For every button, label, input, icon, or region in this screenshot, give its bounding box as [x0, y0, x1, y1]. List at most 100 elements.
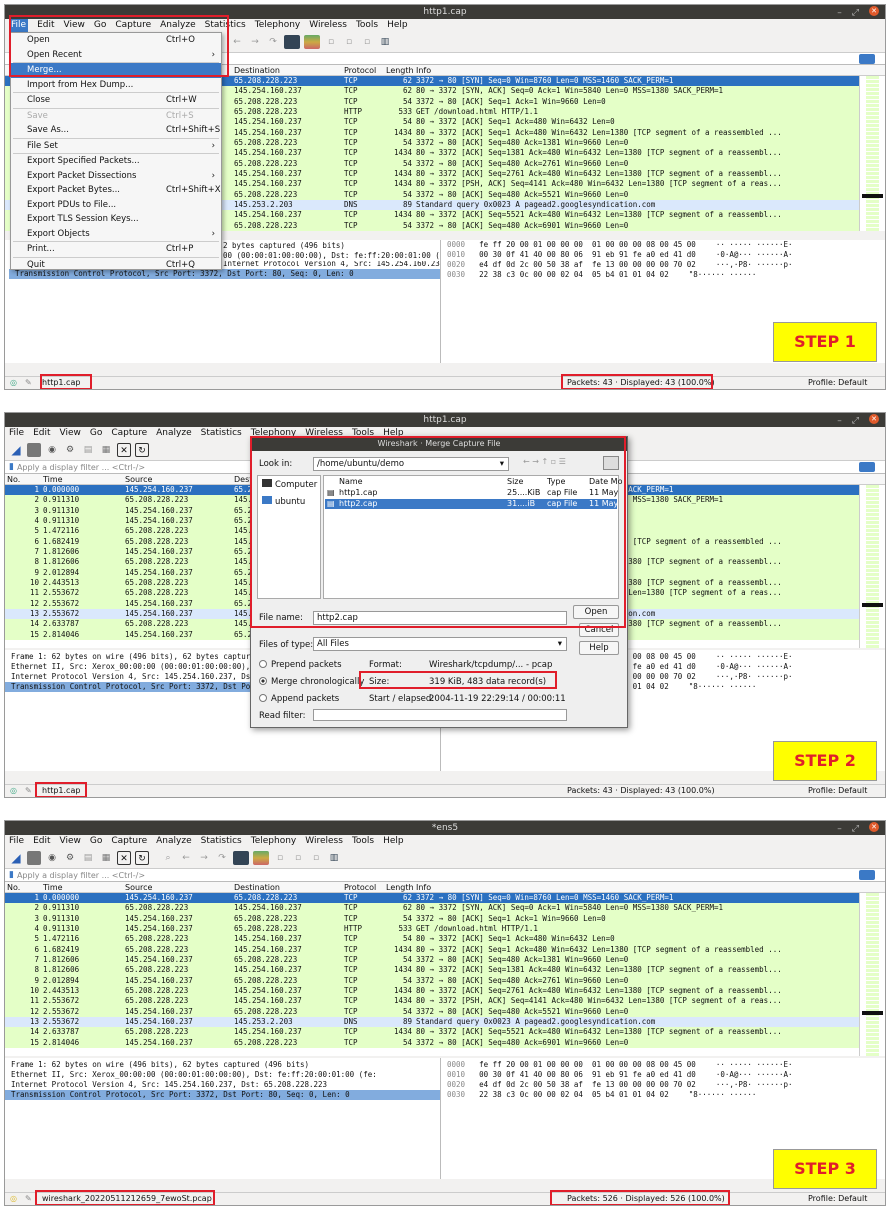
restart-capture-icon[interactable]: ◉: [45, 851, 59, 865]
files-of-type-combo[interactable]: All Files ▾: [313, 637, 567, 651]
restart-capture-icon[interactable]: ◉: [45, 443, 59, 457]
hex-line[interactable]: 0020 e4 df 0d 2c 00 50 38 af fe 13 00 00 …: [447, 1080, 885, 1090]
packet-list[interactable]: 10.000000145.254.160.23765.208.228.223TC…: [5, 893, 885, 1056]
packet-row[interactable]: 5 1.472116 65.208.228.223 145.254.160.237 TC…: [5, 934, 885, 945]
go-to-packet-icon[interactable]: ↷: [215, 851, 229, 865]
menu-edit[interactable]: Edit: [37, 19, 54, 32]
packet-row[interactable]: 6 1.682419 65.208.228.223 145.254.160.237 TC…: [5, 944, 885, 956]
status-ready-icon[interactable]: ◎: [10, 785, 17, 797]
zoom-out-icon[interactable]: ▫: [291, 851, 305, 865]
menu-edit[interactable]: Edit: [33, 427, 50, 440]
col-protocol[interactable]: Protocol: [344, 882, 386, 892]
menu-capture[interactable]: Capture: [111, 835, 147, 848]
col-length[interactable]: Length: [386, 65, 416, 75]
col-source[interactable]: Source: [125, 882, 234, 892]
read-filter-input[interactable]: [313, 709, 567, 721]
col-protocol[interactable]: Protocol: [344, 65, 386, 75]
open-file-icon[interactable]: ▤: [81, 851, 95, 865]
detail-line[interactable]: Transmission Control Protocol, Src Port:…: [5, 1090, 440, 1100]
edit-comment-icon[interactable]: ✎: [25, 785, 32, 797]
file-row[interactable]: ▤ http1.cap 25....KiB cap File 11 May: [325, 488, 618, 498]
detail-line[interactable]: Internet Protocol Version 4, Src: 145.25…: [5, 1080, 440, 1090]
menu-capture[interactable]: Capture: [111, 427, 147, 440]
menu-view[interactable]: View: [60, 835, 81, 848]
menu-item-export-packet-dissections[interactable]: Export Packet Dissections ›: [11, 169, 221, 184]
menu-statistics[interactable]: Statistics: [205, 19, 246, 32]
hex-line[interactable]: 0030 22 38 c3 0c 00 00 02 04 05 b4 01 01 …: [447, 1090, 885, 1100]
menu-item-close[interactable]: Close Ctrl+W: [11, 93, 221, 108]
look-in-combo[interactable]: /home/ubuntu/demo ▾: [313, 457, 509, 471]
menu-wireless[interactable]: Wireless: [309, 19, 347, 32]
menu-analyze[interactable]: Analyze: [156, 835, 191, 848]
find-packet-icon[interactable]: ⌕: [161, 851, 175, 865]
display-filter-input[interactable]: Apply a display filter ... <Ctrl-/>: [14, 871, 145, 880]
col-no[interactable]: No.: [5, 882, 43, 892]
col-no[interactable]: No.: [5, 474, 43, 484]
go-first-icon[interactable]: [284, 35, 300, 49]
menu-item-export-objects[interactable]: Export Objects ›: [11, 227, 221, 242]
display-filter-input[interactable]: Apply a display filter ... <Ctrl-/>: [14, 463, 145, 472]
packet-details[interactable]: Frame 1: 62 bytes on wire (496 bits), 62…: [5, 1058, 441, 1179]
edit-comment-icon[interactable]: ✎: [25, 377, 32, 389]
packet-row[interactable]: 15 2.814046 145.254.160.237 65.208.228.223 T…: [5, 1037, 885, 1049]
menu-item-export-specified-packets[interactable]: Export Specified Packets...: [11, 154, 221, 169]
status-profile[interactable]: Profile: Default: [808, 377, 867, 389]
zoom-normal-icon[interactable]: ▫: [360, 35, 374, 49]
open-file-icon[interactable]: ▤: [81, 443, 95, 457]
window-controls[interactable]: – ⤢ ✕: [837, 414, 879, 428]
menu-item-save[interactable]: Save Ctrl+S: [11, 109, 221, 124]
packet-row[interactable]: 3 0.911310 145.254.160.237 65.208.228.223 TC…: [5, 913, 885, 925]
menu-statistics[interactable]: Statistics: [201, 427, 242, 440]
hex-line[interactable]: 0010 00 30 0f 41 40 00 80 06 91 eb 91 fe …: [447, 1070, 885, 1080]
zoom-out-icon[interactable]: ▫: [342, 35, 356, 49]
window-controls[interactable]: – ⤢ ✕: [837, 822, 879, 836]
zoom-in-icon[interactable]: ▫: [324, 35, 338, 49]
packet-row[interactable]: 9 2.012894 145.254.160.237 65.208.228.223 TC…: [5, 975, 885, 987]
menu-telephony[interactable]: Telephony: [251, 835, 297, 848]
window-controls[interactable]: – ⤢ ✕: [837, 6, 879, 20]
help-button[interactable]: Help: [579, 641, 619, 655]
menu-item-export-pdus-to-file[interactable]: Export PDUs to File...: [11, 198, 221, 213]
display-filter-bar[interactable]: ▮ Apply a display filter ... <Ctrl-/>: [5, 869, 885, 882]
menu-go[interactable]: Go: [90, 835, 102, 848]
cancel-button[interactable]: Cancel: [579, 623, 619, 637]
packet-row[interactable]: 1 0.000000 145.254.160.237 65.208.228.223 TC…: [5, 893, 885, 904]
menu-tools[interactable]: Tools: [352, 835, 374, 848]
colorize-icon[interactable]: [253, 851, 269, 865]
capture-options-icon[interactable]: ⚙: [63, 443, 77, 457]
packet-row[interactable]: 13 2.553672 145.254.160.237 145.253.2.203 DN…: [5, 1017, 885, 1028]
filter-apply-icon[interactable]: [859, 462, 875, 472]
menu-bar[interactable]: File Edit View Go Capture Analyze Statis…: [5, 19, 885, 32]
close-file-icon[interactable]: ✕: [117, 851, 131, 865]
menu-file[interactable]: File: [9, 427, 24, 440]
detail-view-icon[interactable]: [603, 456, 619, 470]
capture-options-icon[interactable]: ⚙: [63, 851, 77, 865]
place-computer[interactable]: Computer: [258, 476, 320, 493]
hex-line[interactable]: 0010 00 30 0f 41 40 00 80 06 91 eb 91 fe …: [447, 250, 885, 260]
packet-row[interactable]: 2 0.911310 65.208.228.223 145.254.160.237 TC…: [5, 903, 885, 914]
stop-capture-icon[interactable]: [27, 851, 41, 865]
status-profile[interactable]: Profile: Default: [808, 1193, 867, 1205]
col-length[interactable]: Length: [386, 882, 416, 892]
packet-scrollbar[interactable]: [859, 485, 885, 648]
save-file-icon[interactable]: ▦: [99, 443, 113, 457]
col-destination[interactable]: Destination: [234, 65, 344, 75]
col-name[interactable]: Name: [339, 477, 363, 486]
go-forward-icon[interactable]: →: [248, 35, 262, 49]
save-file-icon[interactable]: ▦: [99, 851, 113, 865]
hex-line[interactable]: 0020 e4 df 0d 2c 00 50 38 af fe 13 00 00 …: [447, 260, 885, 270]
menu-file[interactable]: File: [9, 835, 24, 848]
menu-item-quit[interactable]: Quit Ctrl+Q: [11, 258, 221, 273]
menu-item-merge[interactable]: Merge...: [11, 63, 221, 78]
packet-row[interactable]: 12 2.553672 145.254.160.237 65.208.228.223 T…: [5, 1006, 885, 1018]
go-forward-icon[interactable]: →: [197, 851, 211, 865]
menu-help[interactable]: Help: [387, 19, 408, 32]
packet-row[interactable]: 8 1.812606 65.208.228.223 145.254.160.237 TC…: [5, 965, 885, 976]
resize-columns-icon[interactable]: ▥: [327, 851, 341, 865]
hex-line[interactable]: 0000 fe ff 20 00 01 00 00 00 01 00 00 00 …: [447, 1060, 885, 1070]
radio-append[interactable]: Append packets: [259, 694, 339, 704]
file-name-input[interactable]: http2.cap: [313, 611, 567, 625]
packet-row[interactable]: 4 0.911310 145.254.160.237 65.208.228.223 HT…: [5, 924, 885, 935]
colorize-icon[interactable]: [304, 35, 320, 49]
menu-edit[interactable]: Edit: [33, 835, 50, 848]
